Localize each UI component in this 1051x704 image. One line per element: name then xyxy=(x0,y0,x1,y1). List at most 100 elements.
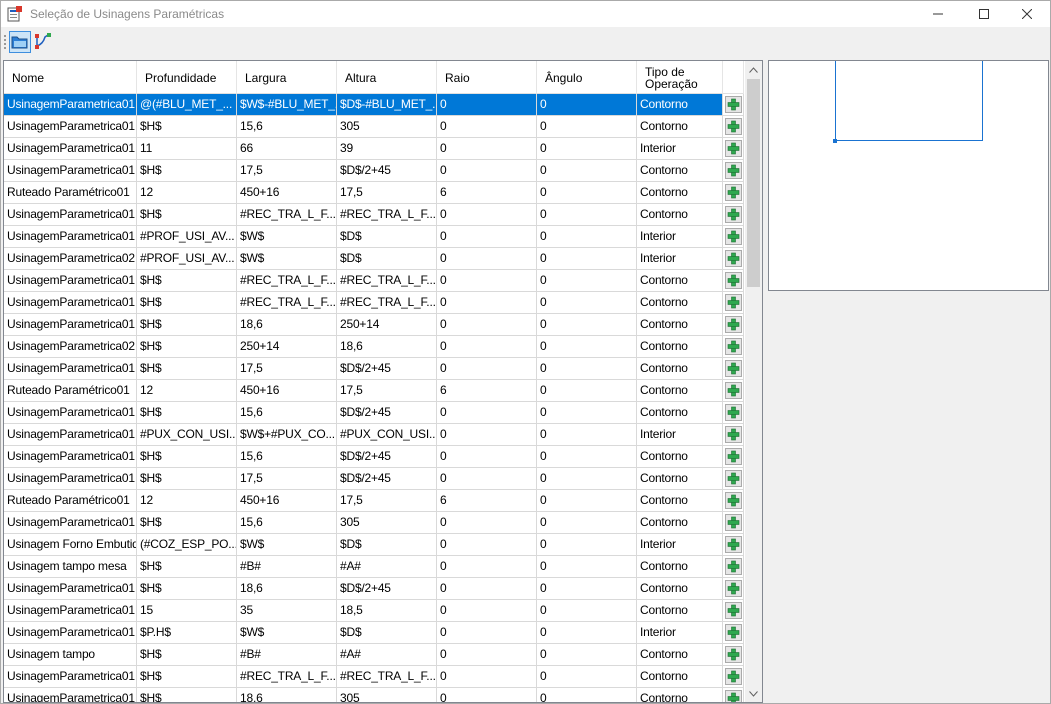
add-usinagem-button[interactable] xyxy=(724,426,742,443)
add-usinagem-button[interactable] xyxy=(724,360,742,377)
col-tipo-operacao-cell[interactable]: Contorno xyxy=(637,116,723,138)
table-row[interactable]: UsinagemParametrica01 $H$ 15,6 $D$/2+45 0 0 Co… xyxy=(4,402,744,424)
col-profundidade-cell[interactable]: $H$ xyxy=(137,204,237,226)
col-tipo-operacao-cell[interactable]: Contorno xyxy=(637,468,723,490)
col-profundidade-cell[interactable]: $H$ xyxy=(137,556,237,578)
table-row[interactable]: Ruteado Paramétrico01 12 450+16 17,5 6 0 Conto… xyxy=(4,490,744,512)
col-angulo-cell[interactable]: 0 xyxy=(537,468,637,490)
col-raio-cell[interactable]: 0 xyxy=(437,94,537,116)
minimize-button[interactable] xyxy=(915,1,961,27)
col-profundidade-cell[interactable]: $H$ xyxy=(137,578,237,600)
col-nome-cell[interactable]: UsinagemParametrica01 xyxy=(4,138,137,160)
col-altura-cell[interactable]: 250+14 xyxy=(337,314,437,336)
add-usinagem-button[interactable] xyxy=(724,228,742,245)
col-nome-cell[interactable]: Ruteado Paramétrico01 xyxy=(4,490,137,512)
col-nome-cell[interactable]: UsinagemParametrica01 xyxy=(4,358,137,380)
maximize-button[interactable] xyxy=(961,1,1007,27)
col-altura-cell[interactable]: #PUX_CON_USI... xyxy=(337,424,437,446)
col-raio-cell[interactable]: 0 xyxy=(437,138,537,160)
col-profundidade-cell[interactable]: $P.H$ xyxy=(137,622,237,644)
col-raio-cell[interactable]: 0 xyxy=(437,688,537,702)
col-raio-cell[interactable]: 0 xyxy=(437,292,537,314)
col-altura-cell[interactable]: #REC_TRA_L_F... xyxy=(337,292,437,314)
col-raio-cell[interactable]: 0 xyxy=(437,512,537,534)
col-largura-cell[interactable]: 15,6 xyxy=(237,116,337,138)
col-altura-cell[interactable]: $D$-#BLU_MET_... xyxy=(337,94,437,116)
add-usinagem-button[interactable] xyxy=(724,316,742,333)
col-tipo-operacao-cell[interactable]: Contorno xyxy=(637,600,723,622)
add-usinagem-button[interactable] xyxy=(724,162,742,179)
col-profundidade-cell[interactable]: $H$ xyxy=(137,688,237,702)
col-profundidade-cell[interactable]: $H$ xyxy=(137,336,237,358)
col-profundidade-cell[interactable]: 12 xyxy=(137,490,237,512)
col-altura-cell[interactable]: #REC_TRA_L_F... xyxy=(337,204,437,226)
add-usinagem-button[interactable] xyxy=(724,558,742,575)
col-angulo-cell[interactable]: 0 xyxy=(537,556,637,578)
col-largura-cell[interactable]: 450+16 xyxy=(237,182,337,204)
col-raio-header[interactable]: Raio xyxy=(437,61,537,94)
col-raio-cell[interactable]: 6 xyxy=(437,182,537,204)
scroll-down-button[interactable] xyxy=(745,685,762,702)
col-nome-cell[interactable]: UsinagemParametrica01 xyxy=(4,402,137,424)
col-raio-cell[interactable]: 0 xyxy=(437,600,537,622)
col-altura-cell[interactable]: $D$/2+45 xyxy=(337,160,437,182)
col-largura-cell[interactable]: 15,6 xyxy=(237,446,337,468)
col-largura-cell[interactable]: #REC_TRA_L_F... xyxy=(237,270,337,292)
col-profundidade-cell[interactable]: #PROF_USI_AV... xyxy=(137,226,237,248)
table-row[interactable]: UsinagemParametrica01 $H$ 15,6 305 0 0 Contorn… xyxy=(4,116,744,138)
col-angulo-cell[interactable]: 0 xyxy=(537,512,637,534)
col-angulo-cell[interactable]: 0 xyxy=(537,292,637,314)
scroll-thumb[interactable] xyxy=(747,79,760,287)
col-nome-cell[interactable]: UsinagemParametrica01 xyxy=(4,622,137,644)
col-nome-cell[interactable]: UsinagemParametrica01 xyxy=(4,512,137,534)
col-angulo-cell[interactable]: 0 xyxy=(537,336,637,358)
col-tipo-operacao-cell[interactable]: Contorno xyxy=(637,336,723,358)
col-largura-cell[interactable]: 250+14 xyxy=(237,336,337,358)
col-angulo-cell[interactable]: 0 xyxy=(537,182,637,204)
col-nome-cell[interactable]: UsinagemParametrica01 xyxy=(4,94,137,116)
col-profundidade-cell[interactable]: $H$ xyxy=(137,358,237,380)
col-altura-cell[interactable]: $D$/2+45 xyxy=(337,402,437,424)
col-angulo-cell[interactable]: 0 xyxy=(537,248,637,270)
col-tipo-operacao-cell[interactable]: Contorno xyxy=(637,688,723,702)
col-largura-cell[interactable]: #B# xyxy=(237,644,337,666)
table-row[interactable]: UsinagemParametrica01 $H$ #REC_TRA_L_F... #… xyxy=(4,204,744,226)
col-largura-cell[interactable]: 66 xyxy=(237,138,337,160)
col-altura-cell[interactable]: $D$/2+45 xyxy=(337,358,437,380)
table-row[interactable]: UsinagemParametrica01 @(#BLU_MET_... $W$-#… xyxy=(4,94,744,116)
table-row[interactable]: UsinagemParametrica01 $H$ #REC_TRA_L_F... #… xyxy=(4,270,744,292)
add-usinagem-button[interactable] xyxy=(724,206,742,223)
col-nome-cell[interactable]: UsinagemParametrica01 xyxy=(4,160,137,182)
col-raio-cell[interactable]: 0 xyxy=(437,468,537,490)
col-largura-cell[interactable]: 15,6 xyxy=(237,402,337,424)
col-largura-cell[interactable]: 450+16 xyxy=(237,380,337,402)
add-usinagem-button[interactable] xyxy=(724,602,742,619)
col-angulo-cell[interactable]: 0 xyxy=(537,380,637,402)
col-angulo-cell[interactable]: 0 xyxy=(537,204,637,226)
col-tipo-operacao-cell[interactable]: Interior xyxy=(637,622,723,644)
col-raio-cell[interactable]: 6 xyxy=(437,380,537,402)
table-row[interactable]: UsinagemParametrica01 $P.H$ $W$ $D$ 0 0 Interi… xyxy=(4,622,744,644)
add-usinagem-button[interactable] xyxy=(724,382,742,399)
col-profundidade-cell[interactable]: $H$ xyxy=(137,666,237,688)
vertical-scrollbar[interactable] xyxy=(745,61,762,702)
col-nome-cell[interactable]: UsinagemParametrica01 xyxy=(4,314,137,336)
col-tipo-operacao-cell[interactable]: Contorno xyxy=(637,204,723,226)
col-nome-cell[interactable]: UsinagemParametrica01 xyxy=(4,270,137,292)
col-profundidade-cell[interactable]: 11 xyxy=(137,138,237,160)
col-angulo-cell[interactable]: 0 xyxy=(537,116,637,138)
col-angulo-cell[interactable]: 0 xyxy=(537,578,637,600)
add-usinagem-button[interactable] xyxy=(724,492,742,509)
col-tipo-operacao-cell[interactable]: Contorno xyxy=(637,270,723,292)
folder-view-button[interactable] xyxy=(9,31,31,53)
table-row[interactable]: UsinagemParametrica01 #PUX_CON_USI... $W$+… xyxy=(4,424,744,446)
col-largura-cell[interactable]: 18,6 xyxy=(237,578,337,600)
col-largura-cell[interactable]: $W$ xyxy=(237,622,337,644)
col-largura-cell[interactable]: 15,6 xyxy=(237,512,337,534)
col-tipo-operacao-cell[interactable]: Contorno xyxy=(637,490,723,512)
table-row[interactable]: UsinagemParametrica02 #PROF_USI_AV... $W$ $… xyxy=(4,248,744,270)
add-usinagem-button[interactable] xyxy=(724,624,742,641)
col-profundidade-cell[interactable]: $H$ xyxy=(137,292,237,314)
table-row[interactable]: UsinagemParametrica01 15 35 18,5 0 0 Contorno xyxy=(4,600,744,622)
col-nome-cell[interactable]: Ruteado Paramétrico01 xyxy=(4,182,137,204)
